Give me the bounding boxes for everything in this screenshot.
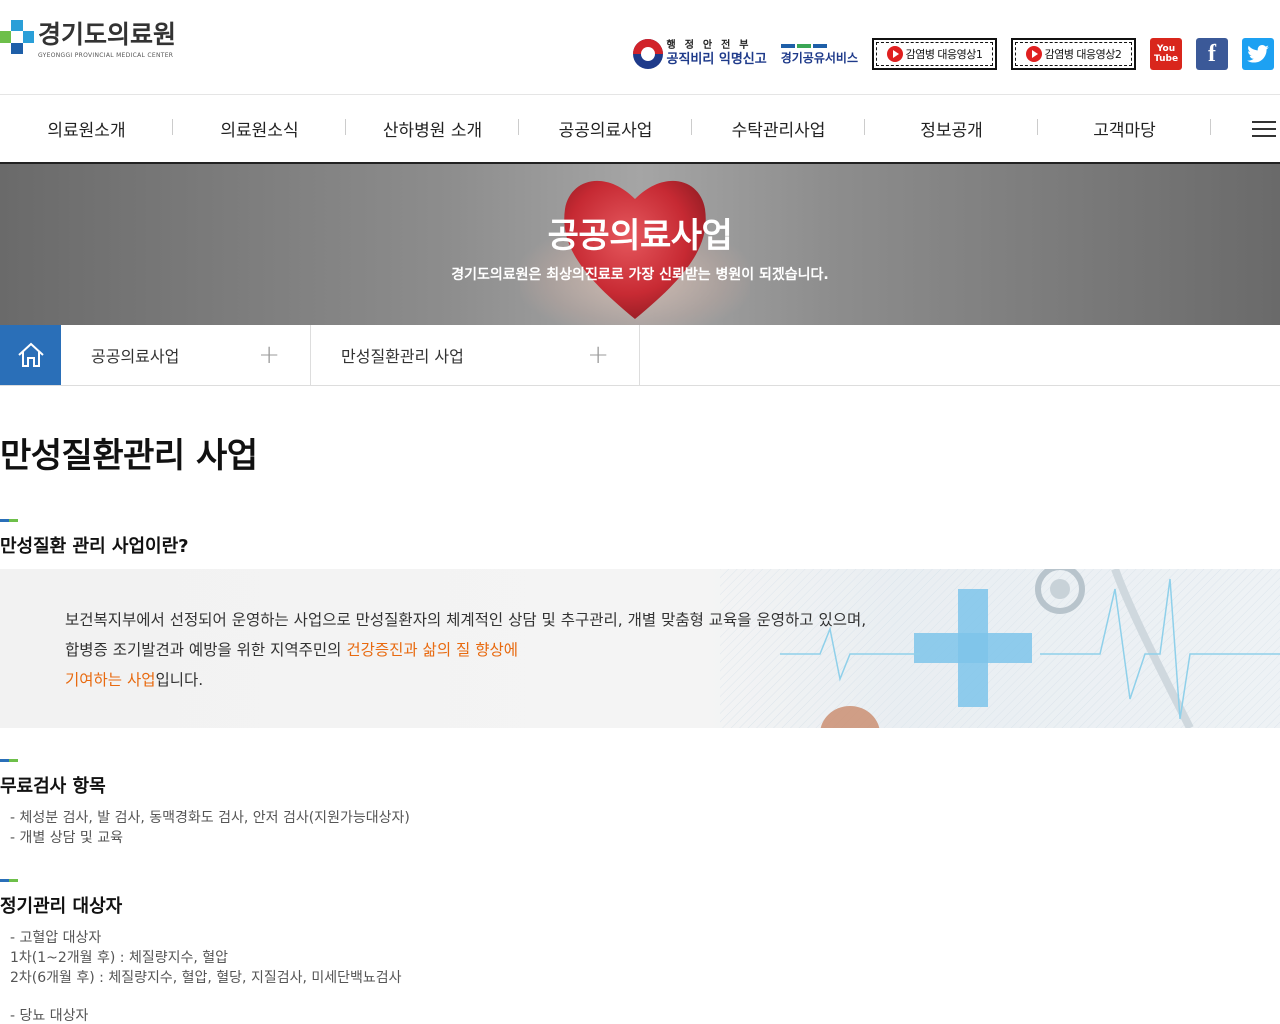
section-title-regular-management: 정기관리 대상자 <box>0 896 123 917</box>
infection-video-2-button[interactable]: 감염병 대응영상2 <box>1011 38 1136 70</box>
site-logo[interactable]: 경기도의료원 GYEONGGI PROVINCIAL MEDICAL CENTE… <box>0 20 176 59</box>
visual-subtitle: 경기도의료원은 최상의진료로 가장 신뢰받는 병원이 되겠습니다. <box>451 267 829 283</box>
list-item: - 체성분 검사, 발 검사, 동맥경화도 검사, 안저 검사(지원가능대상자) <box>10 810 410 826</box>
nav-public-medical-service[interactable]: 공공의료사업 <box>519 116 692 141</box>
nav-customer-center[interactable]: 고객마당 <box>1038 116 1211 141</box>
intro-line-2-text: 합병증 조기발견과 예방을 위한 지역주민의 <box>65 641 347 659</box>
youtube-icon[interactable]: You Tube <box>1150 38 1182 70</box>
intro-line-1: 보건복지부에서 선정되어 운영하는 사업으로 만성질환자의 체계적인 상담 및 … <box>65 611 867 629</box>
section-title-free-tests: 무료검사 항목 <box>0 776 106 797</box>
facebook-icon[interactable]: f <box>1196 38 1228 70</box>
play-icon <box>886 46 903 62</box>
section-title-intro: 만성질환 관리 사업이란? <box>0 536 189 557</box>
location-depth2-dropdown[interactable]: 만성질환관리 사업 + <box>311 325 640 385</box>
infection-video-1-button[interactable]: 감염병 대응영상1 <box>872 38 997 70</box>
logo-korean-text: 경기도의료원 <box>38 20 177 49</box>
infection-video-2-label: 감염병 대응영상2 <box>1044 48 1122 61</box>
list-item: - 개별 상담 및 교육 <box>10 830 124 846</box>
gyeonggi-share-service-link[interactable]: 경기공유서비스 <box>780 43 858 65</box>
logo-cross-icon <box>0 20 34 54</box>
twitter-bird-icon <box>1247 45 1269 63</box>
nav-hospital-intro[interactable]: 의료원소개 <box>0 116 173 141</box>
section-marker <box>0 519 18 522</box>
government-emblem-icon <box>632 39 663 69</box>
nav-hospital-news[interactable]: 의료원소식 <box>173 116 346 141</box>
list-item: - 당뇨 대상자 <box>10 1008 89 1024</box>
site-header: 경기도의료원 GYEONGGI PROVINCIAL MEDICAL CENTE… <box>0 0 1280 95</box>
list-item: - 고혈압 대상자 <box>10 930 102 946</box>
plus-icon: + <box>258 340 280 370</box>
intro-line-3-text: 입니다. <box>155 671 204 689</box>
home-button[interactable] <box>0 325 61 385</box>
location-depth1-dropdown[interactable]: 공공의료사업 + <box>61 325 311 385</box>
sub-visual-banner: 공공의료사업 경기도의료원은 최상의진료로 가장 신뢰받는 병원이 되겠습니다. <box>0 164 1280 325</box>
location-bar: 공공의료사업 + 만성질환관리 사업 + <box>0 325 1280 386</box>
nav-consignment-management[interactable]: 수탁관리사업 <box>692 116 865 141</box>
intro-highlight-1: 건강증진과 삶의 질 향상에 <box>346 641 518 659</box>
free-test-list: - 체성분 검사, 발 검사, 동맥경화도 검사, 안저 검사(지원가능대상자)… <box>10 808 410 848</box>
section-marker <box>0 879 18 882</box>
main-navigation: 의료원소개 의료원소식 산하병원 소개 공공의료사업 수탁관리사업 정보공개 고… <box>0 95 1280 164</box>
regular-management-list: - 고혈압 대상자 1차(1~2개월 후) : 체질량지수, 혈압 2차(6개월… <box>10 928 402 1024</box>
location-depth2-label: 만성질환관리 사업 <box>341 347 464 366</box>
share-service-logo-icon <box>780 43 827 48</box>
intro-line-2: 합병증 조기발견과 예방을 위한 지역주민의 건강증진과 삶의 질 향상에 <box>65 635 866 665</box>
anonymous-report-label: 공직비리 익명신고 <box>666 52 767 67</box>
utility-links: 행정안전부 공직비리 익명신고 경기공유서비스 감염병 대응영상1 감염병 대응… <box>619 36 1274 72</box>
intro-line-3: 기여하는 사업입니다. <box>65 665 866 695</box>
infection-video-1-label: 감염병 대응영상1 <box>905 48 983 61</box>
youtube-icon-text-2: Tube <box>1153 54 1179 64</box>
youtube-icon-text-1: You <box>1156 44 1176 54</box>
intro-description: 보건복지부에서 선정되어 운영하는 사업으로 만성질환자의 체계적인 상담 및 … <box>65 605 866 695</box>
twitter-icon[interactable] <box>1242 38 1274 70</box>
visual-title: 공공의료사업 <box>547 216 733 256</box>
logo-english-text: GYEONGGI PROVINCIAL MEDICAL CENTER <box>38 52 174 59</box>
location-depth1-label: 공공의료사업 <box>91 347 180 366</box>
mois-label: 행정안전부 <box>666 40 758 51</box>
nav-affiliated-hospitals[interactable]: 산하병원 소개 <box>346 116 519 141</box>
list-item: 1차(1~2개월 후) : 체질량지수, 혈압 <box>10 950 229 966</box>
share-service-label: 경기공유서비스 <box>780 50 858 65</box>
facebook-glyph: f <box>1208 40 1216 67</box>
section-marker <box>0 759 18 762</box>
menu-hamburger-icon[interactable] <box>1252 121 1276 137</box>
plus-icon: + <box>587 340 609 370</box>
play-icon <box>1025 46 1042 62</box>
anonymous-report-link[interactable]: 행정안전부 공직비리 익명신고 <box>632 39 767 69</box>
home-icon <box>17 342 44 367</box>
nav-information-disclosure[interactable]: 정보공개 <box>865 116 1038 141</box>
page-title: 만성질환관리 사업 <box>0 436 258 476</box>
intro-highlight-2: 기여하는 사업 <box>65 671 156 689</box>
intro-box: 보건복지부에서 선정되어 운영하는 사업으로 만성질환자의 체계적인 상담 및 … <box>0 569 1280 728</box>
list-item: 2차(6개월 후) : 체질량지수, 혈압, 혈당, 지질검사, 미세단백뇨검사 <box>10 970 402 986</box>
